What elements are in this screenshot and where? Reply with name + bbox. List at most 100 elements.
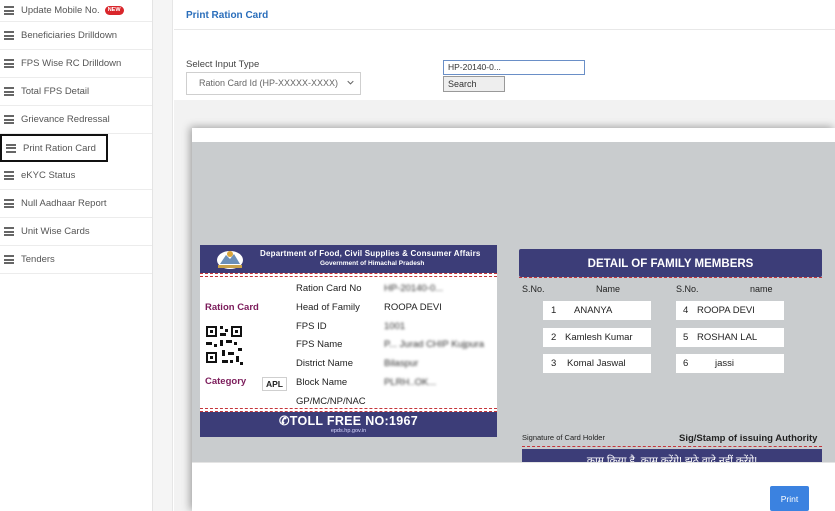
- category-label: Category: [205, 376, 247, 387]
- field-value-ration-card-no: HP-20140-0...: [384, 283, 444, 294]
- field-label-head-of-family: Head of Family: [296, 302, 360, 313]
- sidebar-item-label: Print Ration Card: [23, 142, 96, 154]
- list-icon: [4, 199, 14, 208]
- sidebar-item-label: Tenders: [21, 254, 55, 265]
- ration-card-preview: Department of Food, Civil Supplies & Con…: [192, 142, 835, 472]
- member-name: ROOPA DEVI: [697, 305, 755, 316]
- field-value-district-name: Bilaspur: [384, 358, 419, 369]
- field-value-block-name: PLRH..OK...: [384, 377, 437, 388]
- member-number: 5: [683, 332, 689, 343]
- name-column-header: Name: [596, 284, 621, 294]
- sidebar-item-label: Beneficiaries Drilldown: [21, 30, 118, 41]
- member-name: Kamlesh Kumar: [565, 332, 633, 343]
- department-banner: Department of Food, Civil Supplies & Con…: [200, 245, 497, 273]
- app-frame: Update Mobile No. NEW Beneficiaries Dril…: [0, 0, 835, 511]
- sidebar-item-label: FPS Wise RC Drilldown: [21, 58, 122, 69]
- field-label-fps-id: FPS ID: [296, 321, 327, 332]
- member-name: jassi: [715, 358, 735, 369]
- field-label-ration-card-no: Ration Card No: [296, 283, 362, 294]
- search-input[interactable]: HP-20140-0...: [443, 60, 585, 75]
- sidebar-item-tenders[interactable]: Tenders: [0, 246, 152, 274]
- list-icon: [4, 31, 14, 40]
- member-number: 6: [683, 358, 689, 369]
- field-value-head-of-family: ROOPA DEVI: [384, 302, 442, 313]
- list-icon: [4, 227, 14, 236]
- input-type-select[interactable]: Ration Card Id (HP-XXXXX-XXXX): [186, 72, 361, 95]
- sidebar-item-beneficiaries-drilldown[interactable]: Beneficiaries Drilldown: [0, 22, 152, 50]
- member-number: 1: [551, 305, 557, 316]
- sno-column-header-2: S.No.: [676, 284, 699, 294]
- sidebar-item-label: eKYC Status: [21, 170, 76, 181]
- field-label-gp-mc-np-nac: GP/MC/NP/NAC: [296, 396, 366, 407]
- member-number: 2: [551, 332, 557, 343]
- page-title: Print Ration Card: [186, 10, 269, 21]
- card-holder-signature-label: Signature of Card Holder: [522, 433, 605, 442]
- list-icon: [6, 143, 16, 153]
- toll-free-strip: ✆TOLL FREE NO:1967 epds.hp.gov.in: [200, 412, 497, 437]
- family-member-row: 1 ANANYA: [543, 301, 651, 320]
- family-member-row: 2 Kamlesh Kumar: [543, 328, 651, 347]
- sidebar-scroll-gutter[interactable]: [153, 0, 173, 511]
- modal-footer: [192, 462, 835, 511]
- field-label-district-name: District Name: [296, 358, 354, 369]
- issuing-authority-signature-label: Sig/Stamp of issuing Authority: [679, 433, 818, 444]
- print-modal: Department of Food, Civil Supplies & Con…: [192, 128, 835, 511]
- decorative-ribbon: [519, 277, 822, 280]
- field-value-fps-id: 1001: [384, 321, 406, 332]
- name-column-header-2: name: [750, 284, 773, 294]
- family-members-header: DETAIL OF FAMILY MEMBERS: [519, 249, 822, 277]
- field-value-fps-name: P... Jurad CHIP Kujpura: [384, 339, 484, 350]
- ration-card-label: Ration Card: [205, 302, 259, 313]
- sidebar-item-unit-wise-cards[interactable]: Unit Wise Cards: [0, 218, 152, 246]
- family-member-row: 3 Komal Jaswal: [543, 354, 651, 373]
- list-icon: [4, 255, 14, 264]
- modal-header: [192, 128, 835, 142]
- sno-column-header: S.No.: [522, 284, 545, 294]
- sidebar-item-label: Unit Wise Cards: [21, 226, 90, 237]
- sidebar-item-print-ration-card[interactable]: Print Ration Card: [0, 134, 108, 162]
- sidebar-item-grievance-redressal[interactable]: Grievance Redressal: [0, 106, 152, 134]
- divider: [174, 29, 835, 30]
- sidebar-item-label: Total FPS Detail: [21, 86, 90, 97]
- sidebar-item-label: Update Mobile No.: [21, 5, 100, 16]
- sidebar-item-label: Null Aadhaar Report: [21, 198, 107, 209]
- sidebar-item-total-fps-detail[interactable]: Total FPS Detail: [0, 78, 152, 106]
- family-members-card: DETAIL OF FAMILY MEMBERS S.No. Name S.No…: [519, 249, 822, 479]
- sidebar-item-label: Grievance Redressal: [21, 114, 110, 125]
- member-name: Komal Jaswal: [567, 358, 626, 369]
- toll-free-number: ✆TOLL FREE NO:1967: [278, 414, 419, 428]
- list-icon: [4, 171, 14, 180]
- field-label-block-name: Block Name: [296, 377, 348, 388]
- member-name: ROSHAN LAL: [697, 332, 758, 343]
- list-icon: [4, 87, 14, 96]
- search-panel: Print Ration Card Select Input Type Rati…: [174, 0, 835, 100]
- select-value: Ration Card Id (HP-XXXXX-XXXX): [199, 78, 339, 88]
- family-member-row: 4 ROOPA DEVI: [676, 301, 784, 320]
- input-type-label: Select Input Type: [186, 59, 260, 70]
- family-member-row: 5 ROSHAN LAL: [676, 328, 784, 347]
- qr-code: [200, 320, 248, 370]
- sidebar-item-null-aadhaar-report[interactable]: Null Aadhaar Report: [0, 190, 152, 218]
- decorative-ribbon: [200, 273, 497, 277]
- category-value: APL: [262, 377, 287, 391]
- emblem-icon: [217, 251, 243, 269]
- member-number: 3: [551, 358, 557, 369]
- sidebar-item-fps-wise-rc-drilldown[interactable]: FPS Wise RC Drilldown: [0, 50, 152, 78]
- sidebar-item-ekyc-status[interactable]: eKYC Status: [0, 162, 152, 190]
- sidebar-item-update-mobile[interactable]: Update Mobile No. NEW: [0, 0, 152, 22]
- print-button[interactable]: Print: [770, 486, 809, 511]
- department-subtitle: Government of Himachal Pradesh: [320, 260, 425, 267]
- chevron-down-icon: [347, 80, 354, 85]
- list-icon: [4, 115, 14, 124]
- website-url: epds.hp.gov.in: [330, 428, 367, 434]
- member-name: ANANYA: [574, 305, 613, 316]
- search-button[interactable]: Search: [443, 76, 505, 92]
- department-title: Department of Food, Civil Supplies & Con…: [260, 249, 481, 258]
- member-number: 4: [683, 305, 689, 316]
- field-label-fps-name: FPS Name: [296, 339, 343, 350]
- sidebar: Update Mobile No. NEW Beneficiaries Dril…: [0, 0, 153, 511]
- family-member-row: 6 jassi: [676, 354, 784, 373]
- new-badge: NEW: [104, 6, 124, 15]
- list-icon: [4, 59, 14, 68]
- list-icon: [4, 6, 14, 15]
